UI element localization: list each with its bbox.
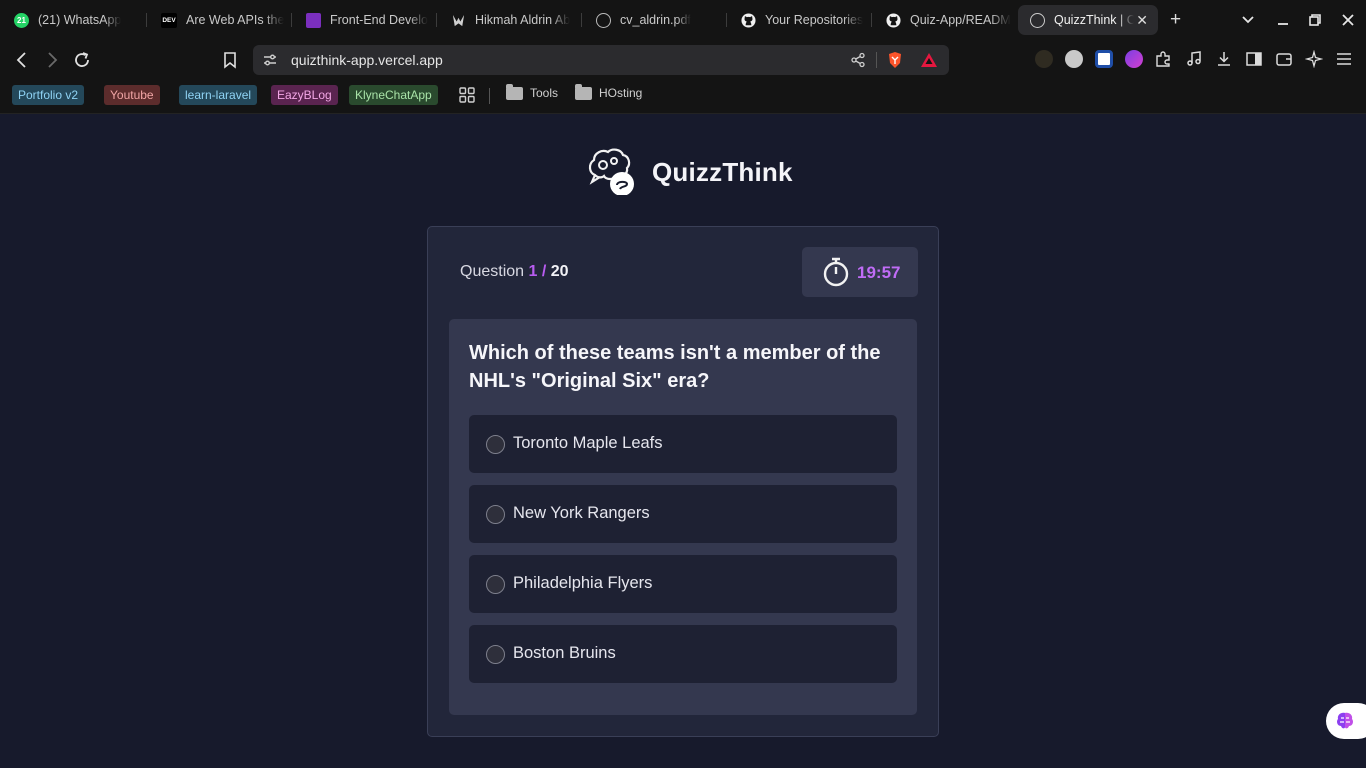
dev-icon: DEV [161,12,177,28]
quizzthink-icon [1030,12,1045,28]
tab-label: QuizzThink | C [1054,13,1134,27]
url-text: quizthink-app.vercel.app [291,52,443,68]
tab-label: Front-End Develo [330,13,428,27]
option-label: Boston Bruins [513,644,616,662]
option-label: Philadelphia Flyers [513,574,653,592]
github-icon [886,12,901,28]
tab-hikmah[interactable]: Hikmah Aldrin Ab [437,5,580,35]
tab-label: Your Repositories [765,13,864,27]
close-window-icon[interactable] [1341,13,1355,27]
tab-frontend[interactable]: Front-End Develo [292,5,435,35]
radio-button[interactable] [486,435,505,454]
tab-label: cv_aldrin.pdf [620,13,691,27]
restore-icon[interactable] [1308,13,1322,27]
bitwarden-icon[interactable] [1095,50,1113,68]
download-icon[interactable] [1215,50,1233,68]
tab-cv-pdf[interactable]: cv_aldrin.pdf [582,5,725,35]
reload-icon[interactable] [71,49,93,71]
counter-prefix: Question [460,263,525,280]
share-icon[interactable] [850,52,866,68]
folder-label: Tools [530,86,559,100]
site-settings-icon[interactable] [262,52,278,68]
wolf-logo-icon [452,14,465,26]
current-question-number: 1 [528,263,538,280]
address-bar[interactable]: quizthink-app.vercel.app [253,45,949,75]
tab-label: Are Web APIs the [186,13,285,27]
address-divider [876,52,877,68]
bookmark-folder-tools[interactable]: Tools [506,83,559,100]
total-questions: 20 [550,263,569,280]
leo-ai-icon[interactable] [1305,50,1323,68]
counter-separator: / [541,263,547,280]
whatsapp-icon: 21 [14,12,29,28]
frontend-icon [306,12,321,28]
back-icon[interactable] [11,49,33,71]
forward-icon[interactable] [41,49,63,71]
moon-extension-icon[interactable] [1035,50,1053,68]
brain-icon [1337,712,1353,729]
gradient-extension-icon[interactable] [1125,50,1143,68]
bookmarks-divider [489,88,490,104]
bookmark-portfolio[interactable]: Portfolio v2 [12,85,85,105]
brave-rewards-icon[interactable] [920,51,938,69]
bookmark-learn-laravel[interactable]: learn-laravel [179,85,258,105]
radio-button[interactable] [486,575,505,594]
tab-dev[interactable]: DEV Are Web APIs the [147,5,290,35]
brave-shields-icon[interactable] [886,51,904,69]
tab-repositories[interactable]: Your Repositories [727,5,870,35]
brain-help-button[interactable] [1326,703,1366,739]
tab-label: Quiz-App/READM [910,13,1011,27]
answer-option[interactable]: Philadelphia Flyers [469,555,897,613]
radio-button[interactable] [486,505,505,524]
music-icon[interactable] [1185,50,1203,68]
bookmark-folder-hosting[interactable]: HOsting [575,83,643,100]
timer-value: 19:57 [857,263,901,282]
tab-quizzthink[interactable]: QuizzThink | C ✕ [1018,5,1158,35]
tab-label: Hikmah Aldrin Ab [475,13,571,27]
minimize-icon[interactable] [1276,13,1290,27]
question-text: Which of these teams isn't a member of t… [469,342,881,392]
bookmark-klynechatapp[interactable]: KlyneChatApp [349,85,438,105]
quizzthink-logo-icon [588,148,634,195]
bookmark-youtube[interactable]: Youtube [104,85,160,105]
bookmark-eazyblog[interactable]: EazyBLog [271,85,338,105]
stopwatch-icon [823,257,849,287]
question-counter: Question 1 / 20 [460,263,569,281]
answer-option[interactable]: New York Rangers [469,485,897,543]
tab-quiz-readme[interactable]: Quiz-App/READM [872,5,1015,35]
extension-icon[interactable] [1065,50,1083,68]
tab-label: (21) WhatsApp [38,13,122,27]
option-label: New York Rangers [513,504,650,522]
option-label: Toronto Maple Leafs [513,434,663,452]
github-icon [741,12,756,28]
app-title: QuizzThink [652,157,793,187]
folder-icon [506,83,523,100]
globe-icon [596,12,611,28]
sidebar-icon[interactable] [1245,50,1263,68]
apps-grid-icon[interactable] [458,86,476,104]
tab-whatsapp[interactable]: 21 (21) WhatsApp [0,5,145,35]
menu-icon[interactable] [1335,50,1353,68]
answer-option[interactable]: Toronto Maple Leafs [469,415,897,473]
answer-option[interactable]: Boston Bruins [469,625,897,683]
bookmark-icon[interactable] [219,49,241,71]
chevron-down-icon[interactable] [1241,13,1255,27]
folder-icon [575,83,592,100]
bookmarks-bar: Portfolio v2 Youtube learn-laravel EazyB… [0,80,1366,114]
close-tab-icon[interactable]: ✕ [1136,12,1148,29]
wallet-icon[interactable] [1275,50,1293,68]
browser-tab-strip: 21 (21) WhatsApp DEV Are Web APIs the Fr… [0,0,1366,40]
radio-button[interactable] [486,645,505,664]
folder-label: HOsting [599,86,643,100]
extensions-puzzle-icon[interactable] [1154,50,1172,68]
new-tab-icon[interactable]: + [1170,9,1181,31]
timer-badge: 19:57 [802,247,918,297]
